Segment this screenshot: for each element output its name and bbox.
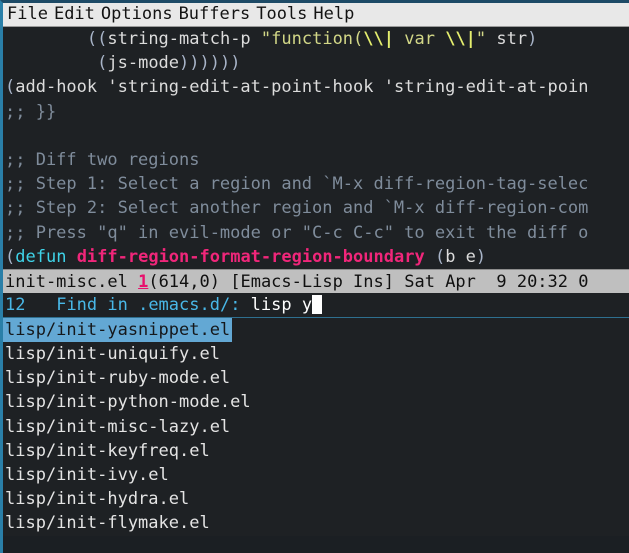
code-token: diff-region-format-region-boundary — [76, 246, 425, 267]
code-token: 'string-edit-at-point-hook — [107, 77, 374, 98]
code-token: \\| — [445, 29, 476, 49]
code-line: ;; Step 1: Select a region and `M-x diff… — [3, 172, 629, 196]
list-item[interactable]: lisp/init-uniquify.el — [3, 342, 629, 366]
code-token: ;; }} — [5, 101, 57, 122]
emacs-window: File Edit Options Buffers Tools Help ((s… — [0, 0, 629, 553]
code-line: ;; Diff two regions — [3, 148, 629, 172]
modeline-buffer-name: init-misc.el — [5, 271, 128, 292]
modeline-modified-indicator: 1 — [138, 271, 149, 292]
menu-item-help[interactable]: Help — [311, 3, 358, 26]
list-item[interactable]: lisp/init-flymake.el — [3, 511, 629, 535]
list-item[interactable]: lisp/init-hydra.el — [3, 487, 629, 511]
code-token: b e — [445, 246, 476, 267]
modeline-position: (614,0) — [148, 271, 220, 292]
code-line: ;; Step 2: Select another region and `M-… — [3, 196, 629, 220]
menu-item-file[interactable]: File — [5, 3, 52, 26]
minibuffer-prompt-line[interactable]: 12 Find in .emacs.d/: lisp y — [3, 292, 629, 318]
candidate-count: 12 — [5, 294, 26, 315]
code-line: ;; }} — [3, 100, 629, 124]
list-item[interactable]: lisp/init-misc-lazy.el — [3, 415, 629, 439]
list-item[interactable]: lisp/init-ivy.el — [3, 463, 629, 487]
code-token: js-mode — [107, 53, 180, 74]
code-token: ;; Step 1: Select a region and `M-x diff… — [5, 174, 589, 195]
code-token: ) — [527, 29, 538, 49]
menu-item-tools[interactable]: Tools — [254, 3, 311, 26]
code-token: \\| — [363, 29, 394, 49]
code-line: (js-mode)))))) — [3, 51, 629, 75]
code-token: var — [394, 29, 446, 49]
code-token: ;; Press "q" in evil-mode or "C-c C-c" t… — [5, 222, 589, 243]
list-item[interactable]: lisp/init-keyfreq.el — [3, 439, 629, 463]
menu-item-edit[interactable]: Edit — [52, 3, 99, 26]
code-line: (add-hook 'string-edit-at-point-hook 'st… — [3, 75, 629, 99]
candidate-list[interactable]: lisp/init-yasnippet.el lisp/init-uniquify… — [3, 317, 629, 536]
code-token: "function( — [260, 29, 364, 49]
code-line: ;; Press "q" in evil-mode or "C-c C-c" t… — [3, 221, 629, 245]
code-token: str — [486, 29, 528, 49]
menu-bar: File Edit Options Buffers Tools Help — [3, 3, 629, 27]
text-cursor — [312, 294, 323, 314]
code-line: ((string-match-p "function(\\| var \\|" … — [3, 27, 629, 51]
code-token: ( — [5, 77, 16, 98]
modeline-clock: Sat Apr 9 20:32 0 — [404, 271, 589, 292]
list-item[interactable]: lisp/init-ruby-mode.el — [3, 366, 629, 390]
mode-line: init-misc.el 1(614,0) [Emacs-Lisp Ins] S… — [3, 268, 629, 293]
code-token: add-hook — [15, 77, 108, 98]
list-item[interactable]: lisp/init-yasnippet.el — [3, 317, 629, 343]
list-item-label-selected[interactable]: lisp/init-yasnippet.el — [3, 317, 233, 343]
code-token: " — [475, 29, 487, 49]
modeline-major-mode: [Emacs-Lisp Ins] — [230, 271, 394, 292]
code-token: 'string-edit-at-poin — [383, 77, 589, 98]
code-token: ( — [5, 246, 16, 267]
prompt-gap — [25, 295, 56, 315]
search-input-value[interactable]: lisp y — [251, 295, 312, 315]
list-item[interactable]: lisp/init-python-mode.el — [3, 390, 629, 414]
code-line: (defun diff-region-format-region-boundar… — [3, 245, 629, 269]
code-token: (( — [86, 29, 108, 49]
menu-item-buffers[interactable]: Buffers — [177, 3, 255, 26]
code-token: ;; Diff two regions — [5, 149, 200, 170]
code-token: ;; Step 2: Select another region and `M-… — [5, 198, 589, 219]
code-token: ( — [434, 246, 446, 267]
code-token: ( — [97, 53, 108, 74]
menu-item-options[interactable]: Options — [99, 3, 177, 26]
code-token: )))))) — [179, 53, 241, 74]
code-token: defun — [15, 246, 67, 267]
prompt-label: Find in .emacs.d/: — [56, 294, 251, 315]
code-buffer[interactable]: ((string-match-p "function(\\| var \\|" … — [3, 27, 629, 269]
code-token: ) — [475, 246, 487, 267]
code-token: string-match-p — [107, 29, 251, 49]
